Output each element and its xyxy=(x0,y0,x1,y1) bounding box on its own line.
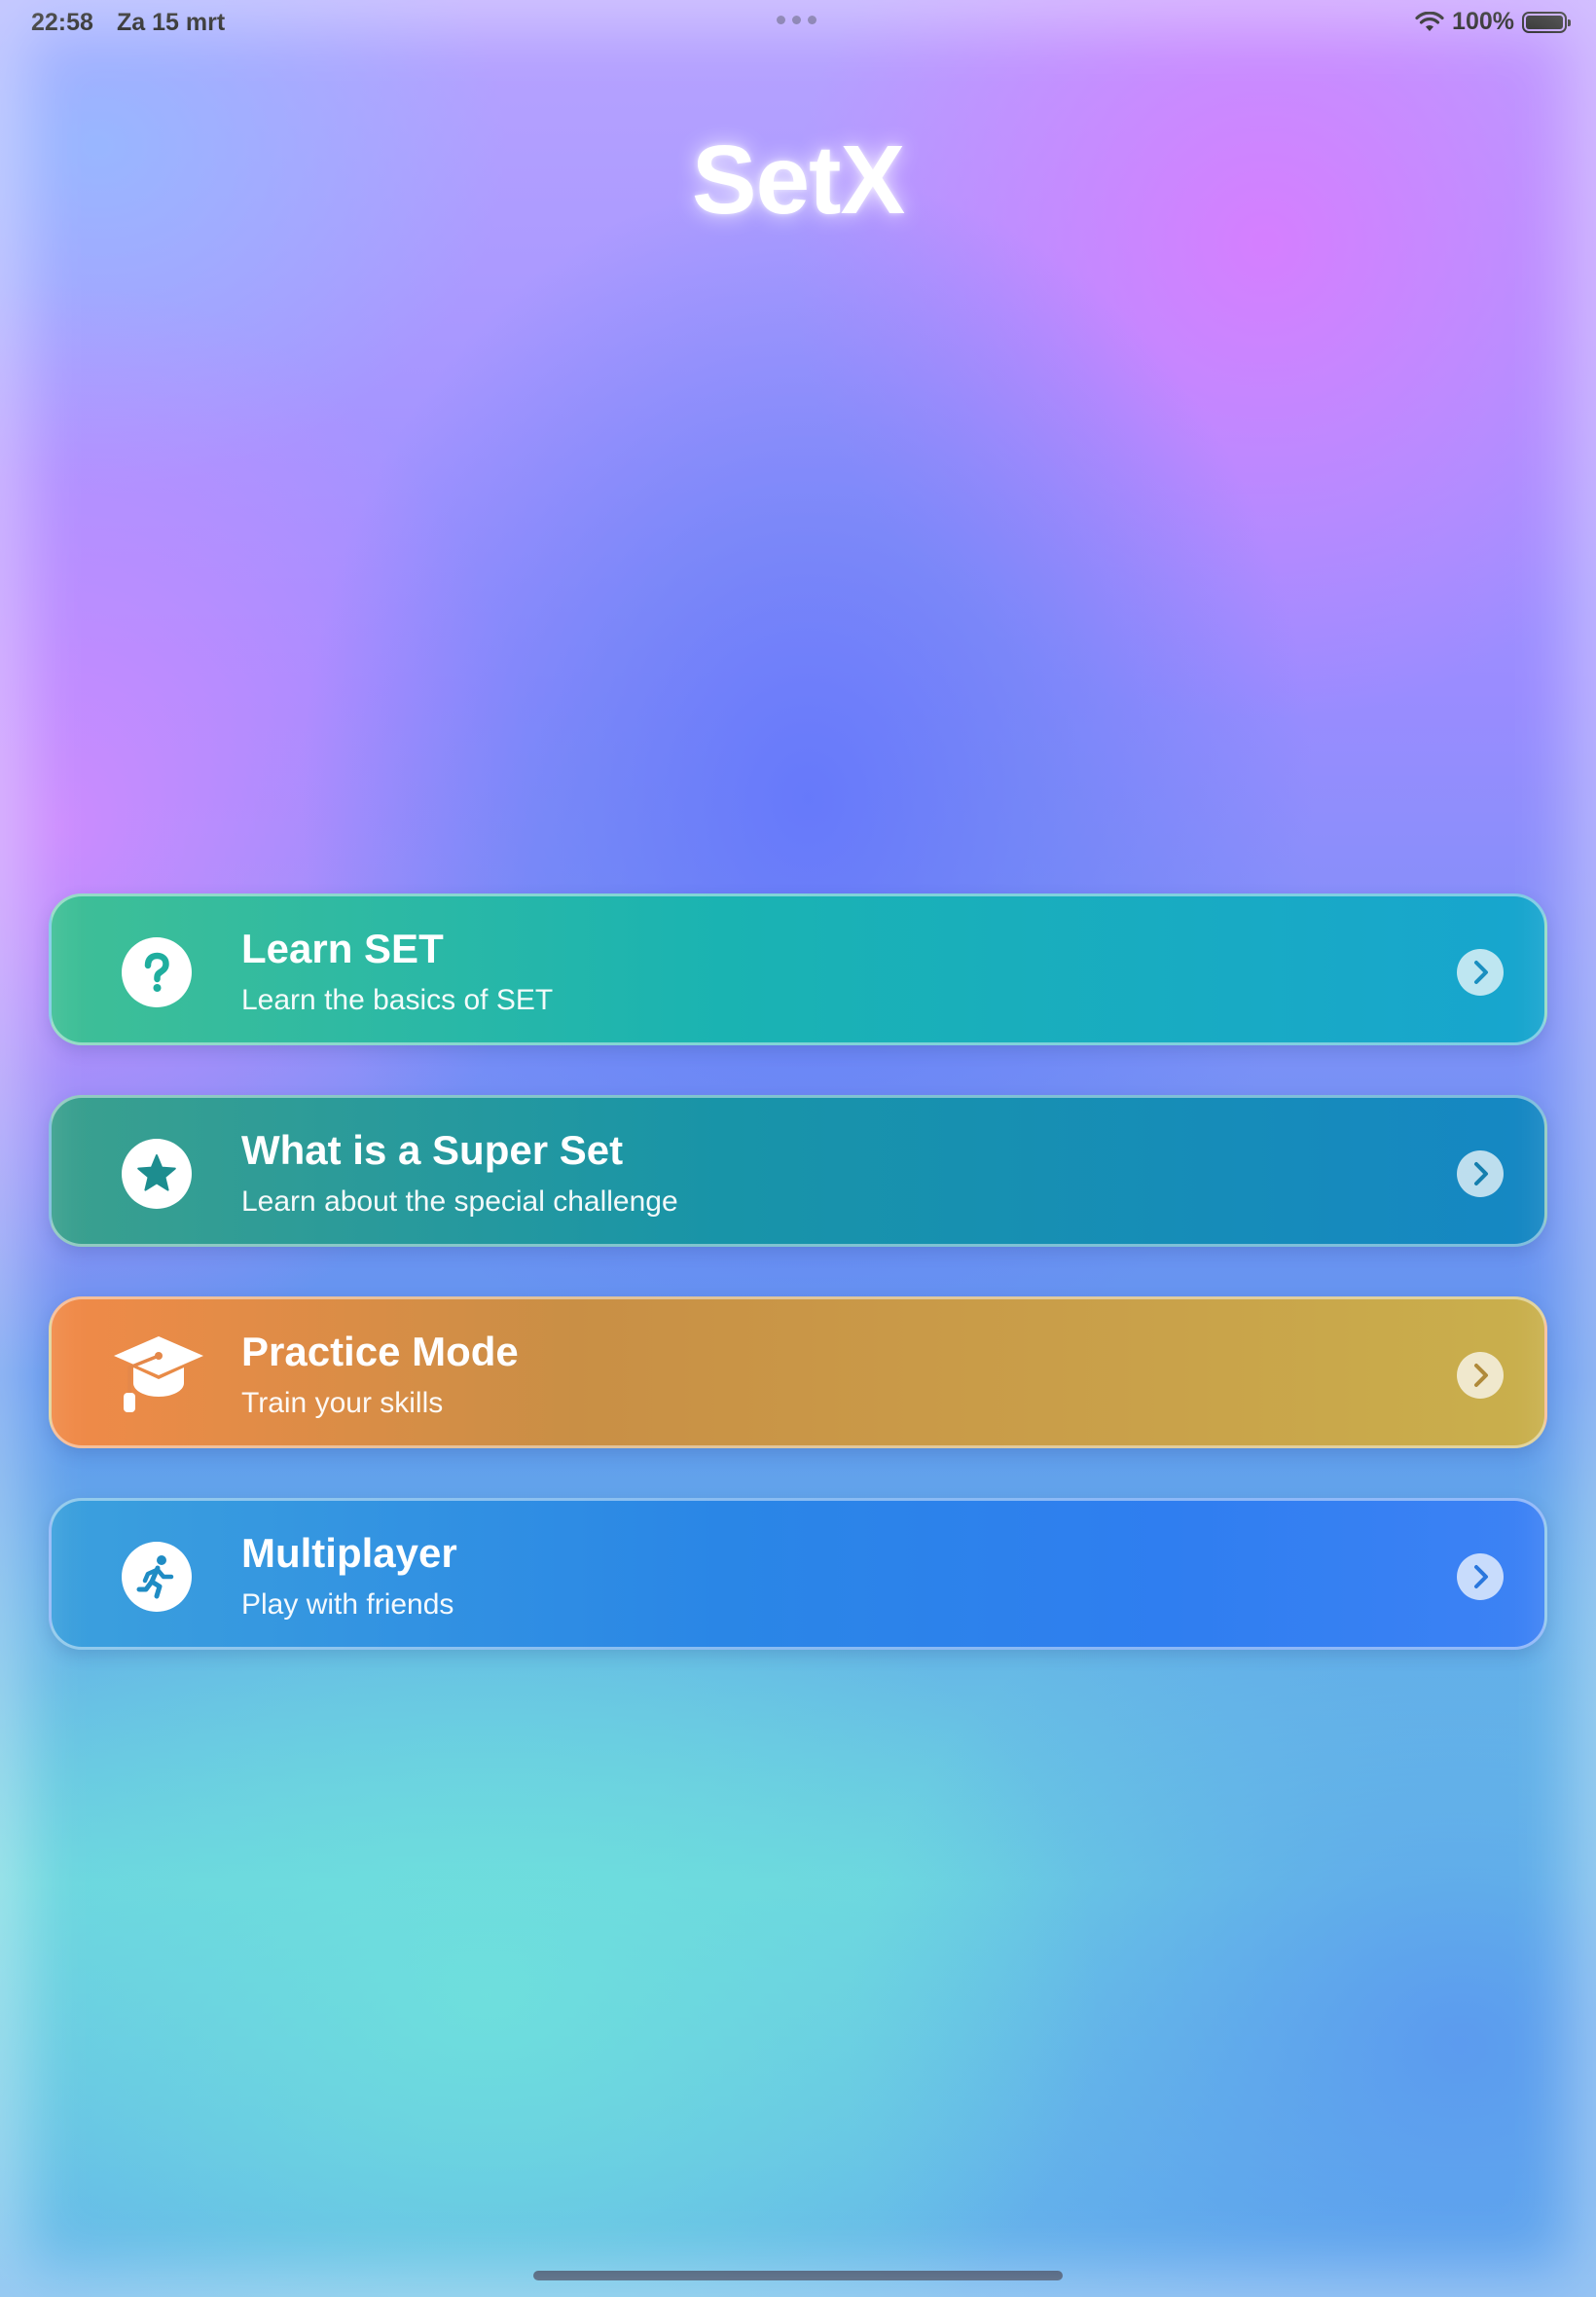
card-title: Learn SET xyxy=(241,926,444,971)
app-title: SetX xyxy=(691,126,905,235)
card-subtitle: Learn about the special challenge xyxy=(241,1185,678,1218)
multitasking-dots-icon[interactable] xyxy=(777,16,816,24)
chevron-right-circle-icon xyxy=(1457,949,1504,996)
status-date: Za 15 mrt xyxy=(117,9,226,36)
card-title: Multiplayer xyxy=(241,1530,457,1576)
graduation-cap-icon xyxy=(110,1331,207,1420)
super-set-button[interactable]: What is a Super Set Learn about the spec… xyxy=(49,1095,1547,1247)
running-figure-icon xyxy=(122,1542,192,1612)
card-title: What is a Super Set xyxy=(241,1127,624,1173)
main-menu: Learn SET Learn the basics of SET What i… xyxy=(49,893,1547,1699)
card-title: Practice Mode xyxy=(241,1329,519,1374)
status-bar: 22:58 Za 15 mrt 100% xyxy=(0,0,1596,45)
battery-icon xyxy=(1522,11,1571,33)
battery-level-fill xyxy=(1526,15,1563,29)
multiplayer-button[interactable]: Multiplayer Play with friends xyxy=(49,1498,1547,1650)
battery-percentage: 100% xyxy=(1452,8,1514,35)
home-indicator[interactable] xyxy=(533,2271,1063,2280)
app-screen: 22:58 Za 15 mrt 100% SetX Learn SET Lear… xyxy=(0,0,1596,2297)
status-time: 22:58 xyxy=(31,9,93,36)
learn-set-button[interactable]: Learn SET Learn the basics of SET xyxy=(49,893,1547,1045)
practice-mode-button[interactable]: Practice Mode Train your skills xyxy=(49,1296,1547,1448)
chevron-right-circle-icon xyxy=(1457,1553,1504,1600)
chevron-right-circle-icon xyxy=(1457,1352,1504,1399)
chevron-right-circle-icon xyxy=(1457,1150,1504,1197)
status-right-group: 100% xyxy=(1415,8,1571,36)
card-subtitle: Play with friends xyxy=(241,1588,454,1621)
wifi-icon xyxy=(1415,11,1444,31)
card-subtitle: Learn the basics of SET xyxy=(241,984,554,1016)
question-mark-circle-icon xyxy=(122,937,192,1007)
card-subtitle: Train your skills xyxy=(241,1387,444,1419)
star-circle-icon xyxy=(122,1139,192,1209)
